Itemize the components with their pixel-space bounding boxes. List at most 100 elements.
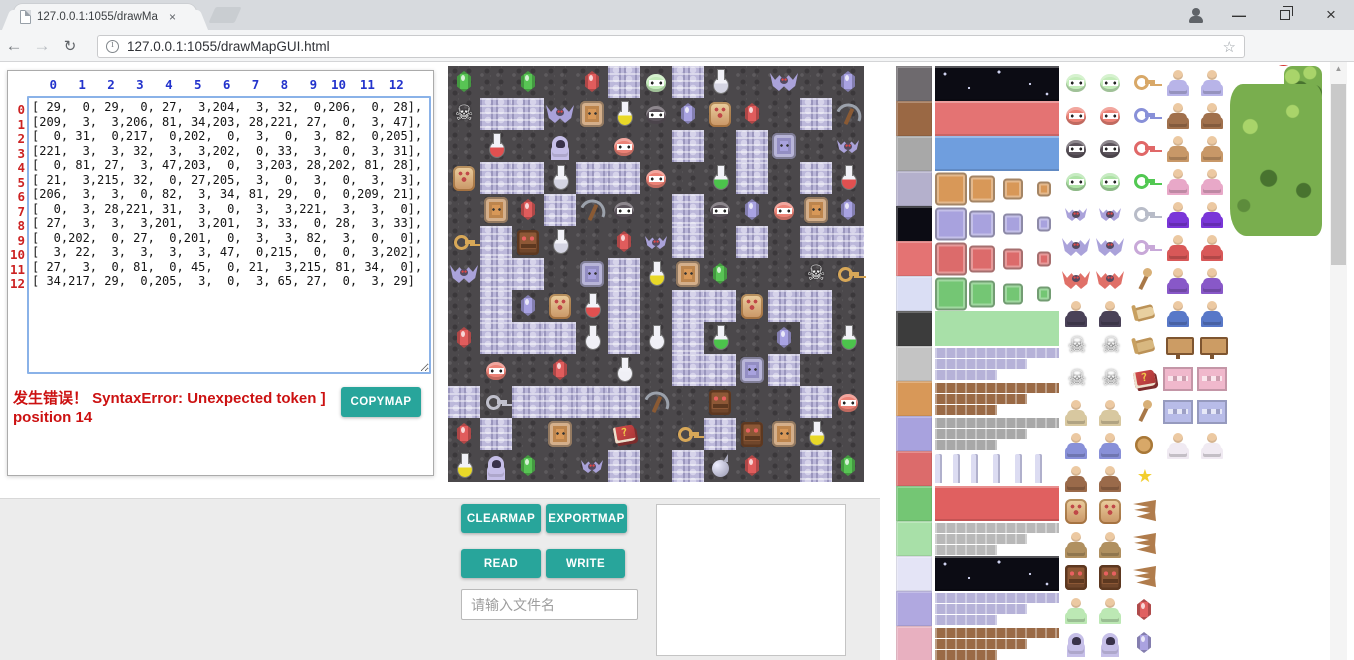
map-tile-red-slime[interactable] bbox=[768, 194, 800, 226]
profile-icon[interactable] bbox=[1186, 5, 1206, 25]
map-tile-dark-ground[interactable] bbox=[736, 386, 768, 418]
map-tile-skeleton[interactable] bbox=[448, 98, 480, 130]
map-tile-spell-book[interactable] bbox=[608, 418, 640, 450]
map-tile-dark-ground[interactable] bbox=[736, 258, 768, 290]
map-tile-bomb[interactable] bbox=[704, 450, 736, 482]
map-tile-dark-ground[interactable] bbox=[736, 66, 768, 98]
tileset-sprite[interactable] bbox=[1060, 561, 1094, 594]
map-tile-brick-block[interactable] bbox=[672, 290, 704, 322]
map-tile-yellow-potion[interactable] bbox=[448, 450, 480, 482]
tileset-row-doors[interactable] bbox=[935, 241, 1059, 276]
tileset-row-steps[interactable] bbox=[935, 521, 1059, 556]
map-tile-ghost[interactable] bbox=[480, 450, 512, 482]
map-tile-brick-block[interactable] bbox=[672, 66, 704, 98]
minimize-button[interactable]: — bbox=[1216, 7, 1262, 23]
tileset-sprite[interactable] bbox=[1196, 264, 1230, 297]
tileset-sprite[interactable] bbox=[1162, 66, 1196, 99]
map-tile-dark-ground[interactable] bbox=[768, 386, 800, 418]
map-tile-green-gem[interactable] bbox=[832, 450, 864, 482]
tileset-sprite[interactable] bbox=[1128, 198, 1162, 231]
tileset-sprite[interactable] bbox=[1094, 297, 1128, 330]
map-tile-dark-ground[interactable] bbox=[544, 66, 576, 98]
tileset-sprite[interactable] bbox=[1128, 231, 1162, 264]
map-tile-dark-ground[interactable] bbox=[640, 450, 672, 482]
map-tile-dark-ground[interactable] bbox=[576, 354, 608, 386]
map-tile-dark-ground[interactable] bbox=[640, 290, 672, 322]
map-tile-brick-block[interactable] bbox=[672, 450, 704, 482]
tileset-sprite[interactable] bbox=[1060, 396, 1094, 429]
map-tile-dark-ground[interactable] bbox=[832, 290, 864, 322]
tileset-texture-strip[interactable] bbox=[896, 66, 932, 660]
map-tile-red-gem[interactable] bbox=[448, 322, 480, 354]
tileset-main-column[interactable] bbox=[935, 66, 1059, 660]
tileset-sprite[interactable] bbox=[1162, 231, 1196, 264]
map-tile-brick-block[interactable] bbox=[736, 226, 768, 258]
map-tile-red-gem[interactable] bbox=[512, 194, 544, 226]
tileset-sprite[interactable] bbox=[1060, 528, 1094, 561]
tileset-sprite-table[interactable] bbox=[1060, 66, 1230, 660]
texture-swatch[interactable] bbox=[896, 101, 932, 136]
tileset-row-steps[interactable] bbox=[935, 381, 1059, 416]
tileset-sprite[interactable] bbox=[1196, 132, 1230, 165]
map-tile-brick-block[interactable] bbox=[480, 258, 512, 290]
map-tile-blue-gem[interactable] bbox=[832, 66, 864, 98]
map-tile-brick-block[interactable] bbox=[480, 418, 512, 450]
texture-swatch[interactable] bbox=[896, 381, 932, 416]
map-tile-brick-block[interactable] bbox=[832, 226, 864, 258]
tileset-sprite[interactable] bbox=[1094, 165, 1128, 198]
map-tile-red-slime[interactable] bbox=[640, 162, 672, 194]
tileset-sprite[interactable] bbox=[1094, 528, 1128, 561]
scrollbar-up-icon[interactable]: ▲ bbox=[1330, 64, 1347, 73]
tileset-row-steps[interactable] bbox=[935, 346, 1059, 381]
map-tile-brick-block[interactable] bbox=[608, 386, 640, 418]
map-tile-red-potion[interactable] bbox=[576, 290, 608, 322]
map-tile-green-gem[interactable] bbox=[704, 258, 736, 290]
map-tile-dark-ground[interactable] bbox=[640, 418, 672, 450]
map-tile-brick-block[interactable] bbox=[512, 98, 544, 130]
map-tile-red-gem[interactable] bbox=[608, 226, 640, 258]
tileset-sprite[interactable] bbox=[1162, 396, 1196, 429]
map-tile-blue-gem[interactable] bbox=[768, 322, 800, 354]
map-tile-brick-block[interactable] bbox=[736, 162, 768, 194]
map-tile-big-bat[interactable] bbox=[544, 98, 576, 130]
tileset-sprite[interactable] bbox=[1162, 264, 1196, 297]
map-tile-silver-potion[interactable] bbox=[544, 226, 576, 258]
map-tile-clay-golem[interactable] bbox=[704, 98, 736, 130]
new-tab-button[interactable] bbox=[208, 7, 241, 23]
map-tile-red-slime[interactable] bbox=[608, 130, 640, 162]
map-tile-small-bat[interactable] bbox=[640, 226, 672, 258]
map-tile-dark-ground[interactable] bbox=[672, 386, 704, 418]
tileset-row-steps[interactable] bbox=[935, 591, 1059, 626]
map-tile-skeleton[interactable] bbox=[800, 258, 832, 290]
tileset-sprite[interactable] bbox=[1060, 594, 1094, 627]
map-tile-dark-ground[interactable] bbox=[512, 130, 544, 162]
map-tile-brick-block[interactable] bbox=[608, 450, 640, 482]
tileset-sprite[interactable] bbox=[1094, 495, 1128, 528]
exportmap-button[interactable]: EXPORTMAP bbox=[546, 504, 627, 533]
map-tile-dark-ground[interactable] bbox=[672, 162, 704, 194]
tileset-sprite[interactable] bbox=[1128, 66, 1162, 99]
texture-swatch[interactable] bbox=[896, 416, 932, 451]
map-tile-brick-block[interactable] bbox=[800, 322, 832, 354]
map-tile-red-slime[interactable] bbox=[480, 354, 512, 386]
map-tile-brick-block[interactable] bbox=[800, 386, 832, 418]
map-tile-stone-head[interactable] bbox=[736, 418, 768, 450]
map-tile-blue-gem[interactable] bbox=[736, 194, 768, 226]
tileset-sprite[interactable] bbox=[1128, 495, 1162, 528]
tileset-sprite[interactable] bbox=[1060, 330, 1094, 363]
map-tile-brick-block[interactable] bbox=[480, 98, 512, 130]
tileset-sprite[interactable] bbox=[1094, 594, 1128, 627]
map-tile-brick-block[interactable] bbox=[480, 322, 512, 354]
tileset-sprite[interactable] bbox=[1128, 363, 1162, 396]
map-tile-brick-block[interactable] bbox=[768, 354, 800, 386]
map-tile-stone-head[interactable] bbox=[704, 386, 736, 418]
map-tile-brick-block[interactable] bbox=[512, 322, 544, 354]
tileset-sprite[interactable] bbox=[1128, 594, 1162, 627]
map-tile-pickaxe[interactable] bbox=[640, 386, 672, 418]
map-tile-pickaxe[interactable] bbox=[576, 194, 608, 226]
map-tile-brick-block[interactable] bbox=[736, 130, 768, 162]
tileset-sprite[interactable] bbox=[1094, 99, 1128, 132]
map-tile-tan-rune-door[interactable] bbox=[576, 98, 608, 130]
tileset-sprite[interactable] bbox=[1128, 132, 1162, 165]
map-tile-stone-head[interactable] bbox=[512, 226, 544, 258]
